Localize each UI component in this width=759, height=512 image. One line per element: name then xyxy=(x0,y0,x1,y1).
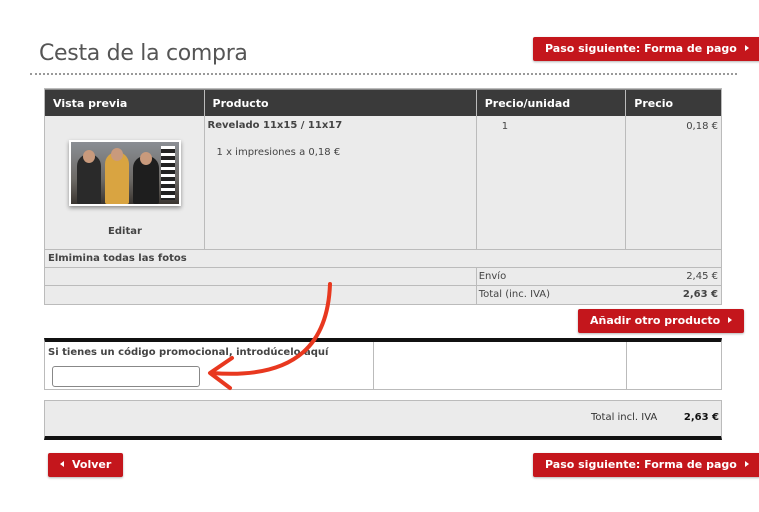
order-total-value: 2,63 € xyxy=(683,412,719,423)
promo-section: Si tienes un código promocional, introdú… xyxy=(44,338,722,390)
price-value: 0,18 € xyxy=(686,121,718,132)
product-cell: Revelado 11x15 / 11x17 1 x impresiones a… xyxy=(205,116,477,249)
promo-empty-cell xyxy=(374,342,627,389)
delete-all-photos-link[interactable]: Elmimina todas las fotos xyxy=(45,250,721,268)
arrow-right-icon xyxy=(744,461,749,467)
promo-empty-cell xyxy=(627,342,721,389)
edit-link[interactable]: Editar xyxy=(45,226,205,237)
next-step-button-top[interactable]: Paso siguiente: Forma de pago xyxy=(533,37,759,61)
add-product-label: Añadir otro producto xyxy=(590,314,721,327)
shipping-value: 2,45 € xyxy=(686,271,718,282)
shipping-row: Envío 2,45 € xyxy=(45,268,721,286)
order-total-label: Total incl. IVA xyxy=(591,412,658,423)
promo-code-input[interactable] xyxy=(52,366,200,387)
unit-price-cell: 1 xyxy=(477,116,627,249)
preview-cell: Editar xyxy=(45,116,205,249)
arrow-right-icon xyxy=(744,45,749,51)
quantity-value: 1 xyxy=(501,121,509,132)
next-step-label: Paso siguiente: Forma de pago xyxy=(545,458,737,471)
header-preview: Vista previa xyxy=(45,90,205,116)
arrow-right-icon xyxy=(728,317,733,323)
product-name: Revelado 11x15 / 11x17 xyxy=(207,120,343,131)
product-detail: 1 x impresiones a 0,18 € xyxy=(216,147,341,158)
back-button[interactable]: Volver xyxy=(48,453,124,477)
header-unit-price: Precio/unidad xyxy=(477,90,627,116)
cart-total-row: Total (inc. IVA) 2,63 € xyxy=(45,286,721,304)
shipping-label: Envío xyxy=(478,271,507,282)
title-divider xyxy=(30,73,737,75)
add-product-button[interactable]: Añadir otro producto xyxy=(578,309,745,333)
price-cell: 0,18 € xyxy=(626,116,721,249)
header-price: Precio xyxy=(634,97,674,110)
photo-thumbnail[interactable] xyxy=(69,140,181,206)
page-title: Cesta de la compra xyxy=(39,41,248,66)
header-product: Producto xyxy=(205,90,477,116)
back-label: Volver xyxy=(72,458,112,471)
cart-item-row: Editar Revelado 11x15 / 11x17 1 x impres… xyxy=(45,116,721,250)
cart-total-value: 2,63 € xyxy=(682,289,718,300)
cart-header-row: Vista previa Producto Precio/unidad Prec… xyxy=(45,89,721,116)
next-step-label: Paso siguiente: Forma de pago xyxy=(545,42,737,55)
arrow-left-icon xyxy=(60,461,64,467)
promo-label: Si tienes un código promocional, introdú… xyxy=(48,347,329,358)
promo-cell: Si tienes un código promocional, introdú… xyxy=(45,342,374,389)
cart-total-label: Total (inc. IVA) xyxy=(478,289,551,300)
next-step-button-bottom[interactable]: Paso siguiente: Forma de pago xyxy=(533,453,759,477)
cart-table: Vista previa Producto Precio/unidad Prec… xyxy=(44,88,722,305)
order-total-bar: Total incl. IVA 2,63 € xyxy=(44,400,722,440)
